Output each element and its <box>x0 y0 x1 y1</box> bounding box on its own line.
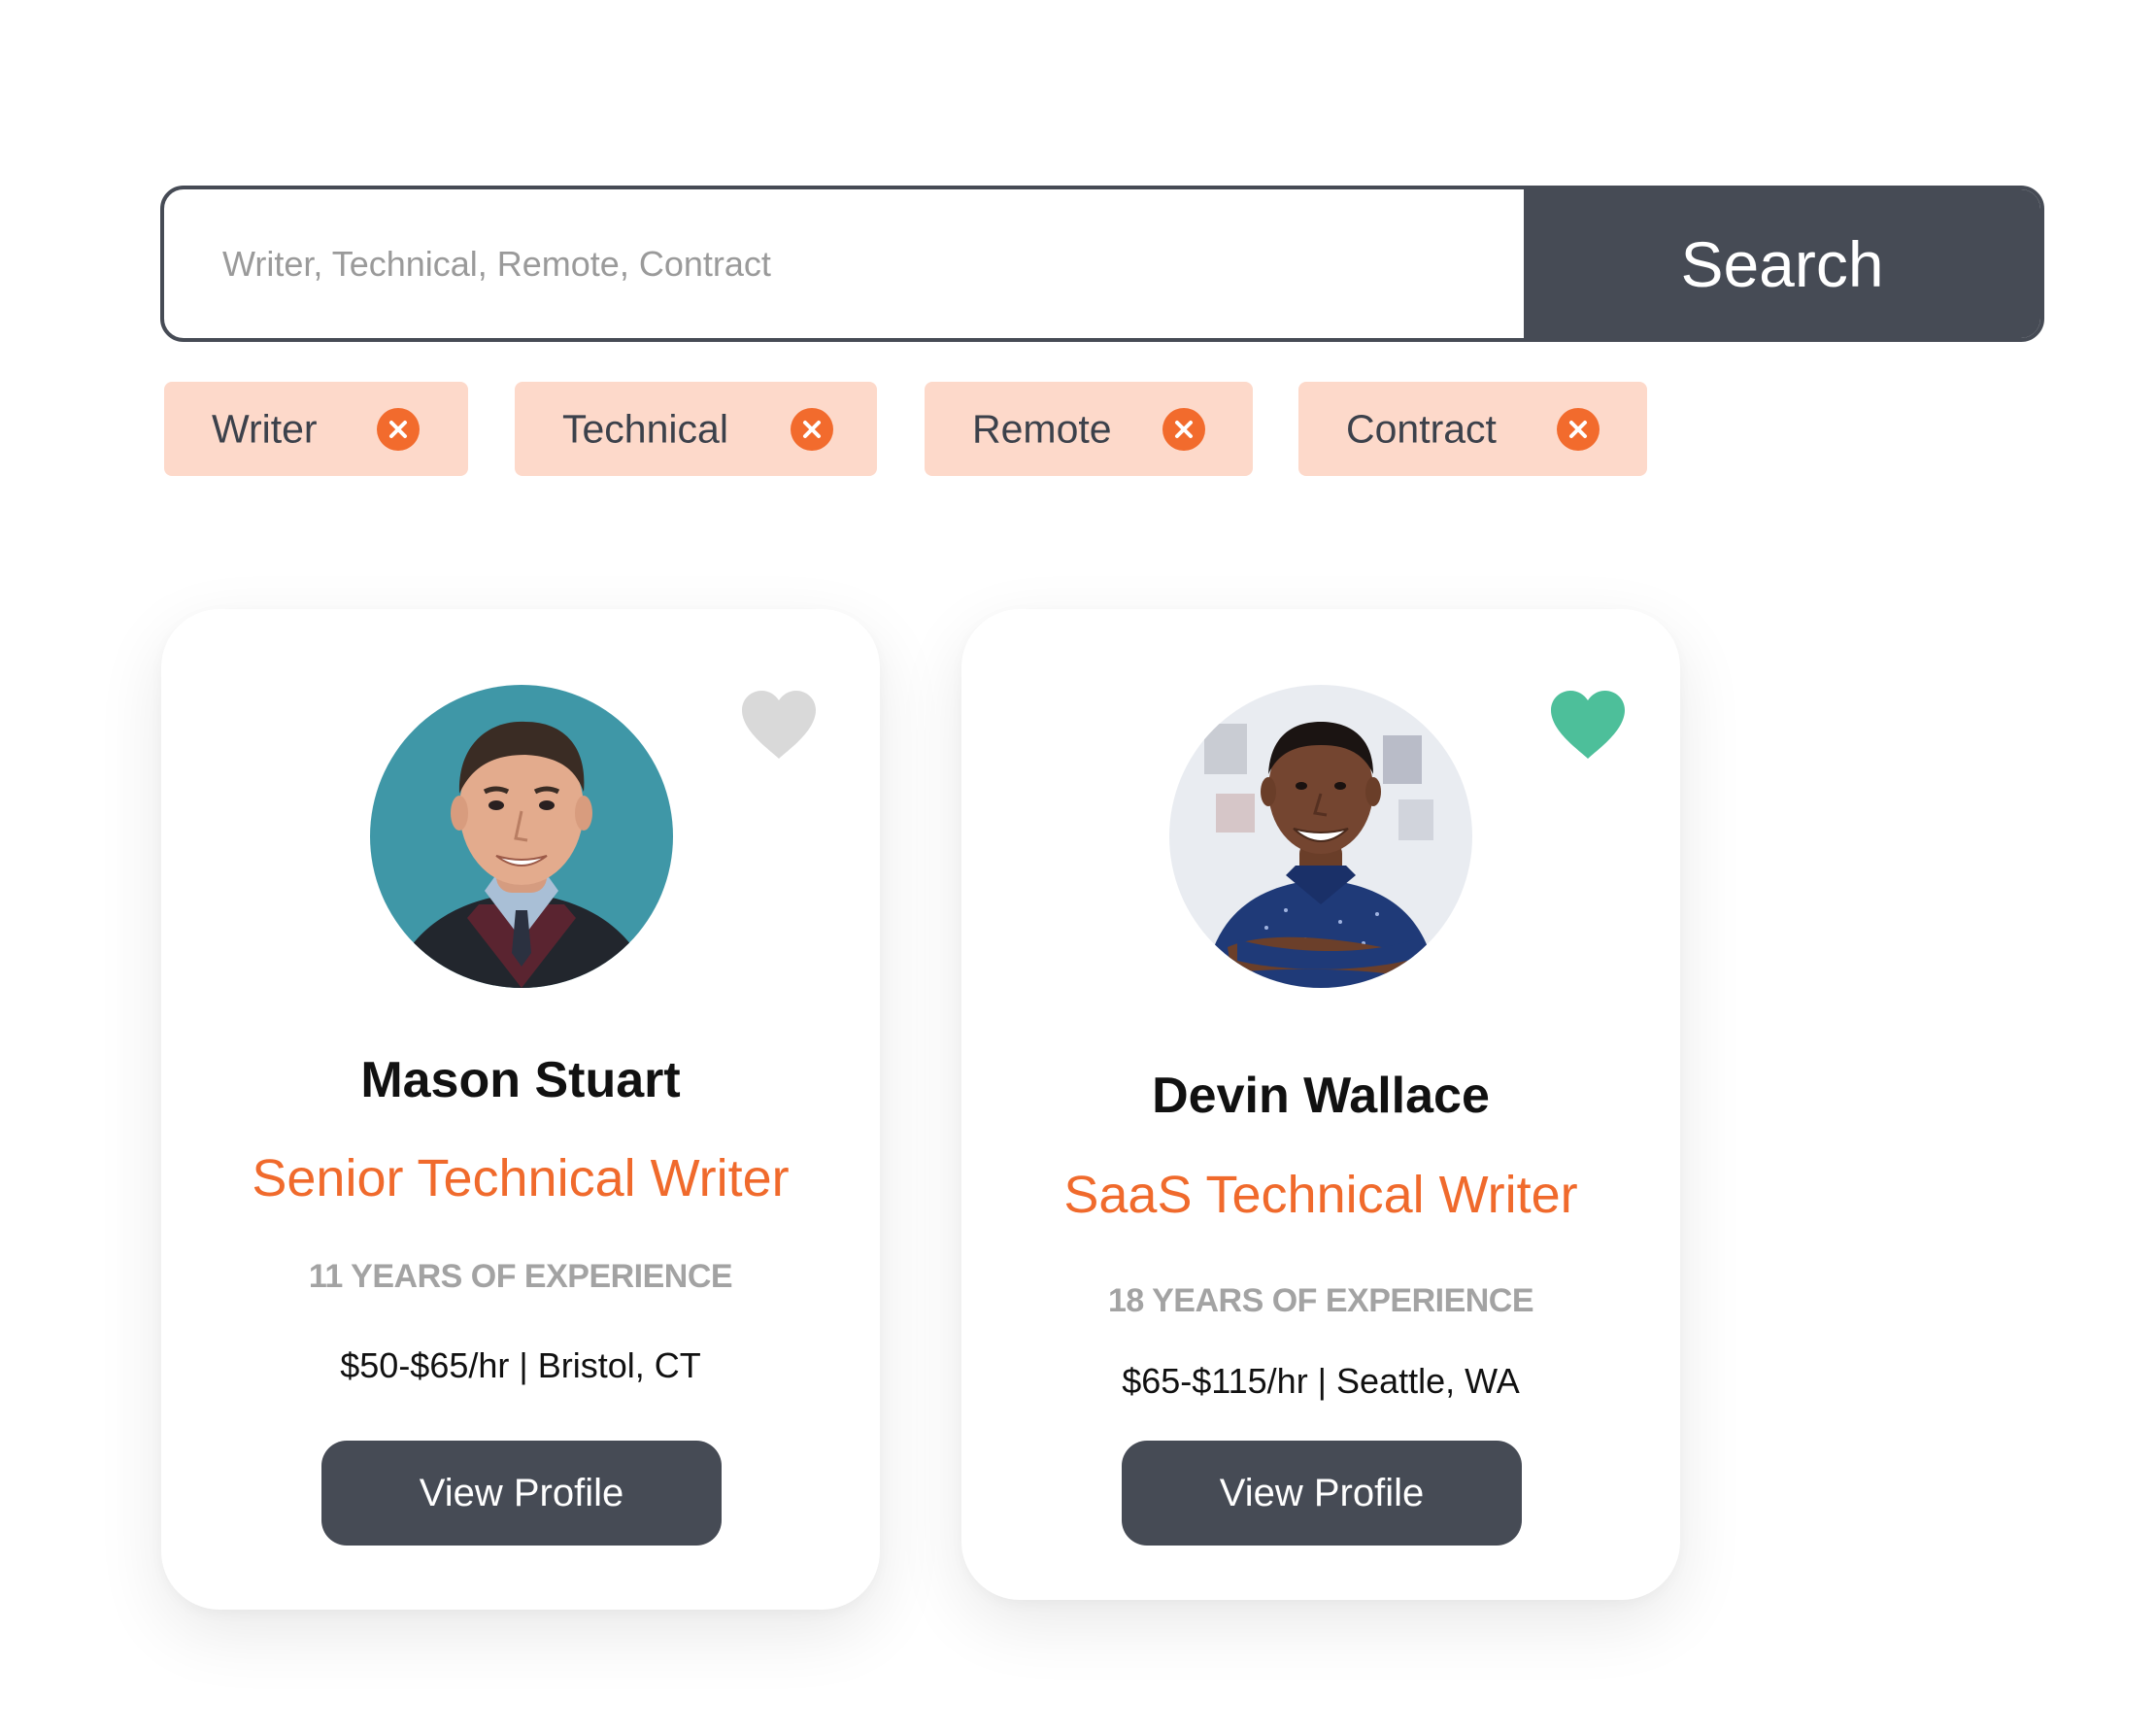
avatar <box>1169 685 1472 988</box>
close-circle-icon[interactable] <box>1557 407 1600 451</box>
filter-chip-remote: Remote <box>925 382 1253 476</box>
profile-name: Mason Stuart <box>360 1052 681 1108</box>
filter-chip-label: Writer <box>212 406 318 451</box>
search-bar: Search <box>160 186 2044 342</box>
profile-title: SaaS Technical Writer <box>1063 1166 1578 1224</box>
heart-icon[interactable] <box>740 689 818 761</box>
filter-chip-label: Technical <box>562 406 728 451</box>
close-circle-icon[interactable] <box>1162 407 1205 451</box>
profile-rate-location: $65-$115/hr | Seattle, WA <box>1122 1361 1520 1401</box>
profile-experience: 18 YEARS OF EXPERIENCE <box>1107 1282 1534 1319</box>
close-circle-icon[interactable] <box>791 407 833 451</box>
search-input[interactable] <box>164 189 1524 338</box>
profile-card: Mason Stuart Senior Technical Writer 11 … <box>161 609 880 1610</box>
filter-chip-label: Remote <box>972 406 1112 451</box>
profile-rate-location: $50-$65/hr | Bristol, CT <box>340 1345 701 1385</box>
profile-experience: 11 YEARS OF EXPERIENCE <box>308 1258 733 1295</box>
view-profile-button[interactable]: View Profile <box>1122 1441 1522 1546</box>
avatar <box>370 685 673 988</box>
profile-title: Senior Technical Writer <box>252 1149 790 1207</box>
filter-chip-writer: Writer <box>164 382 468 476</box>
close-circle-icon[interactable] <box>377 407 420 451</box>
filter-chip-label: Contract <box>1346 406 1497 451</box>
heart-icon[interactable] <box>1549 689 1627 761</box>
search-button[interactable]: Search <box>1524 189 2040 338</box>
view-profile-button[interactable]: View Profile <box>321 1441 722 1546</box>
filter-chip-contract: Contract <box>1298 382 1647 476</box>
profile-card: Devin Wallace SaaS Technical Writer 18 Y… <box>961 609 1680 1600</box>
filter-chip-technical: Technical <box>515 382 877 476</box>
profile-name: Devin Wallace <box>1152 1068 1490 1124</box>
